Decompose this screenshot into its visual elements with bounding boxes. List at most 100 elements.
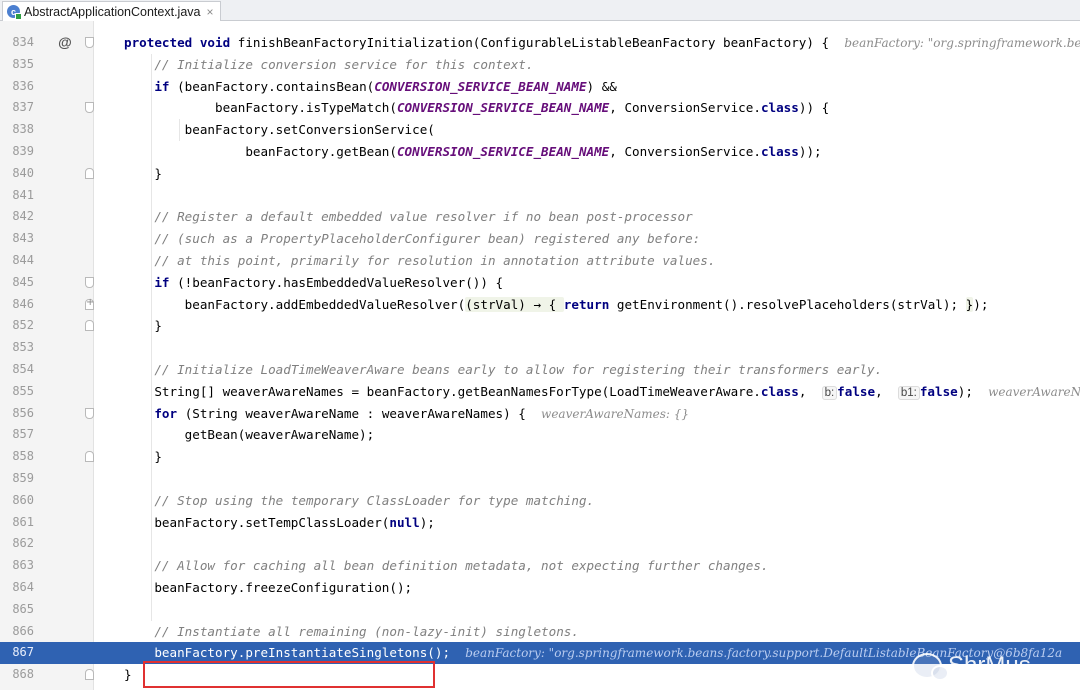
override-marker-icon[interactable]: @: [57, 32, 73, 54]
fold-toggle-icon[interactable]: [85, 669, 94, 681]
code-line[interactable]: 844 // at this point, primarily for reso…: [0, 250, 1080, 272]
code-token: beanFactory.setConversionService(: [124, 122, 435, 138]
code-line[interactable]: 839 beanFactory.getBean(CONVERSION_SERVI…: [0, 141, 1080, 163]
line-number[interactable]: 836: [0, 76, 34, 98]
line-number[interactable]: 838: [0, 119, 34, 141]
code-line[interactable]: 842 // Register a default embedded value…: [0, 206, 1080, 228]
fold-toggle-icon[interactable]: [85, 407, 94, 419]
line-number[interactable]: 861: [0, 512, 34, 534]
code-line[interactable]: 854 // Initialize LoadTimeWeaverAware be…: [0, 359, 1080, 381]
line-number[interactable]: 864: [0, 577, 34, 599]
code-line[interactable]: 841: [0, 185, 1080, 207]
code-line[interactable]: 864 beanFactory.freezeConfiguration();: [0, 577, 1080, 599]
code-line[interactable]: 856 for (String weaverAwareName : weaver…: [0, 403, 1080, 425]
line-number[interactable]: 855: [0, 381, 34, 403]
line-number[interactable]: 853: [0, 337, 34, 359]
fold-expand-icon[interactable]: [85, 297, 94, 310]
code-line[interactable]: 840 }: [0, 163, 1080, 185]
code-line[interactable]: 865: [0, 599, 1080, 621]
code-line[interactable]: 858 }: [0, 446, 1080, 468]
fold-toggle-icon[interactable]: [85, 451, 94, 463]
line-number[interactable]: 834: [0, 32, 34, 54]
code-line[interactable]: 862: [0, 533, 1080, 555]
code-line[interactable]: 861 beanFactory.setTempClassLoader(null)…: [0, 512, 1080, 534]
code-token: CONVERSION_SERVICE_BEAN_NAME: [396, 100, 610, 116]
code-line[interactable]: 845 if (!beanFactory.hasEmbeddedValueRes…: [0, 272, 1080, 294]
line-number[interactable]: 859: [0, 468, 34, 490]
line-number[interactable]: 840: [0, 163, 34, 185]
line-number[interactable]: 843: [0, 228, 34, 250]
code-token: )) {: [798, 100, 830, 116]
code-token: finishBeanFactoryInitialization(Configur…: [237, 35, 845, 50]
line-number[interactable]: 852: [0, 315, 34, 337]
code-line[interactable]: 859: [0, 468, 1080, 490]
line-number[interactable]: 867: [0, 642, 34, 664]
tab-title: AbstractApplicationContext.java: [24, 4, 201, 19]
code-line[interactable]: 835 // Initialize conversion service for…: [0, 54, 1080, 76]
code-line[interactable]: 836 if (beanFactory.containsBean(CONVERS…: [0, 76, 1080, 98]
highlight-annotation-box: [143, 661, 435, 688]
code-token: beanFactory.isTypeMatch(: [124, 100, 397, 116]
line-number[interactable]: 858: [0, 446, 34, 468]
line-number[interactable]: 866: [0, 621, 34, 643]
code-editor[interactable]: 834 @ protected void finishBeanFactoryInit…: [0, 21, 1080, 690]
line-number[interactable]: 839: [0, 141, 34, 163]
code-token: class: [760, 144, 799, 159]
code-text: beanFactory.setConversionService(: [124, 119, 1080, 141]
code-text: // Register a default embedded value res…: [124, 206, 1080, 228]
line-number[interactable]: 835: [0, 54, 34, 76]
line-number[interactable]: 857: [0, 424, 34, 446]
line-number[interactable]: 865: [0, 599, 34, 621]
parameter-hint: b:: [821, 385, 838, 400]
code-token: );: [973, 296, 989, 312]
code-line[interactable]: 866 // Instantiate all remaining (non-la…: [0, 621, 1080, 643]
line-number[interactable]: 845: [0, 272, 34, 294]
fold-toggle-icon[interactable]: [85, 276, 94, 288]
code-line[interactable]: 837 beanFactory.isTypeMatch(CONVERSION_S…: [0, 97, 1080, 119]
line-number[interactable]: 860: [0, 490, 34, 512]
code-token: ));: [798, 144, 822, 159]
line-number[interactable]: 842: [0, 206, 34, 228]
line-number[interactable]: 844: [0, 250, 34, 272]
code-line[interactable]: 852 }: [0, 315, 1080, 337]
code-token: }: [124, 165, 162, 181]
editor-tab[interactable]: c AbstractApplicationContext.java ×: [2, 1, 221, 21]
line-number[interactable]: 863: [0, 555, 34, 577]
code-text: beanFactory.getBean(CONVERSION_SERVICE_B…: [124, 141, 1080, 163]
java-class-icon: c: [7, 5, 22, 20]
code-line[interactable]: 863 // Allow for caching all bean defini…: [0, 555, 1080, 577]
line-number[interactable]: 846: [0, 294, 34, 316]
code-token: false: [919, 383, 958, 399]
code-line[interactable]: 838 beanFactory.setConversionService(: [0, 119, 1080, 141]
code-line[interactable]: 834 @ protected void finishBeanFactoryInit…: [0, 32, 1080, 54]
fold-toggle-icon[interactable]: [85, 102, 94, 114]
code-line[interactable]: 843 // (such as a PropertyPlaceholderCon…: [0, 228, 1080, 250]
line-number[interactable]: 854: [0, 359, 34, 381]
fold-toggle-icon[interactable]: [85, 320, 94, 332]
code-line[interactable]: 846 beanFactory.addEmbeddedValueResolver…: [0, 294, 1080, 316]
code-token: // at this point, primarily for resoluti…: [154, 253, 716, 268]
code-token: // Register a default embedded value res…: [154, 209, 693, 225]
code-line[interactable]: 860 // Stop using the temporary ClassLoa…: [0, 490, 1080, 512]
code-token: if: [154, 274, 178, 290]
line-number[interactable]: 856: [0, 403, 34, 425]
code-line[interactable]: 857 getBean(weaverAwareName);: [0, 424, 1080, 446]
line-number[interactable]: 868: [0, 664, 34, 686]
line-number[interactable]: 862: [0, 533, 34, 555]
code-token: beanFactory.freezeConfiguration();: [124, 580, 413, 595]
code-text: }: [124, 315, 1080, 337]
code-token: ,: [798, 383, 822, 399]
code-text: String[] weaverAwareNames = beanFactory.…: [124, 381, 1080, 405]
code-token: , ConversionService.: [609, 144, 761, 159]
fold-toggle-icon[interactable]: [85, 37, 94, 48]
code-token: if: [154, 78, 178, 94]
fold-toggle-icon[interactable]: [85, 167, 94, 179]
close-icon[interactable]: ×: [206, 5, 213, 19]
line-number[interactable]: 837: [0, 97, 34, 119]
line-number[interactable]: 841: [0, 185, 34, 207]
code-text: beanFactory.isTypeMatch(CONVERSION_SERVI…: [124, 97, 1080, 119]
code-line[interactable]: 855 String[] weaverAwareNames = beanFact…: [0, 381, 1080, 403]
code-line[interactable]: 853: [0, 337, 1080, 359]
